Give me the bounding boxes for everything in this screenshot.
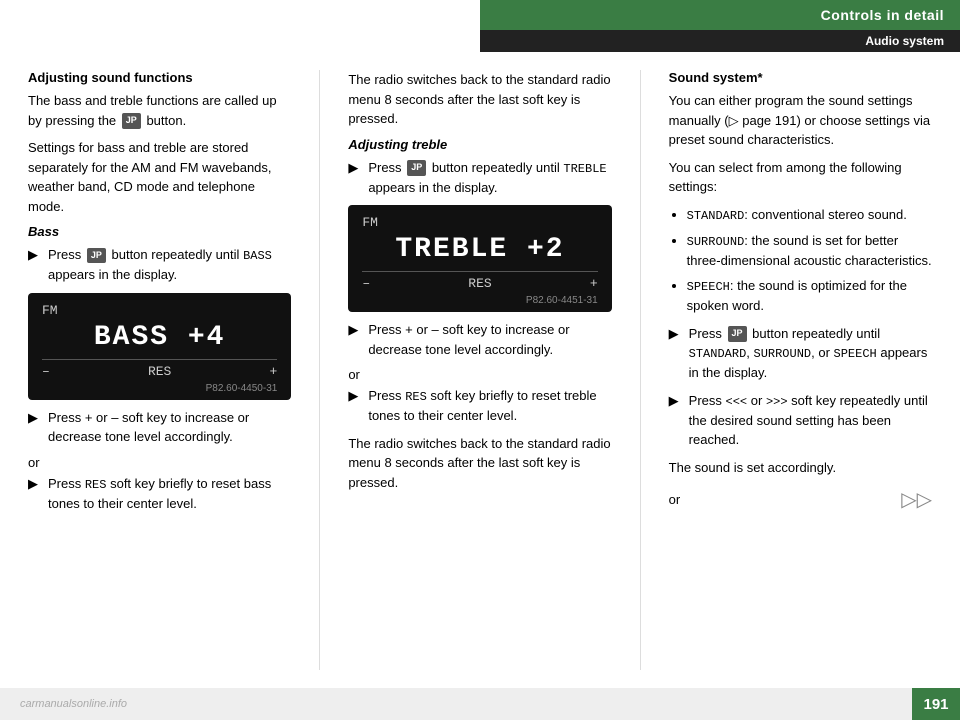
arrow-icon-2: ▶ xyxy=(28,408,44,447)
arrow-icon-3: ▶ xyxy=(28,474,44,514)
jp-icon-1: JP xyxy=(122,113,141,129)
jp-icon-4: JP xyxy=(728,326,747,342)
header-sub-title: Audio system xyxy=(865,34,944,48)
bass-soft-minus: – xyxy=(42,364,50,379)
bass-soft-keys: – RES + xyxy=(42,359,277,379)
sound-list-item-standard: STANDARD: conventional stereo sound. xyxy=(687,205,932,225)
bass-soft-plus: + xyxy=(270,364,278,379)
jp-icon-3: JP xyxy=(407,160,426,176)
or-separator-2: or xyxy=(348,367,611,382)
treble-heading: Adjusting treble xyxy=(348,137,611,152)
bass-heading: Bass xyxy=(28,224,291,239)
bass-bullet-2: ▶ Press + or – soft key to increase or d… xyxy=(28,408,291,447)
bass-fm-label: FM xyxy=(42,303,277,318)
sound-list-item-speech: SPEECH: the sound is optimized for the s… xyxy=(687,276,932,316)
sound-bullet-4: ▶ Press JP button repeatedly until STAND… xyxy=(669,324,932,383)
treble-soft-plus: + xyxy=(590,276,598,291)
col-treble: The radio switches back to the standard … xyxy=(340,60,619,680)
treble-soft-minus: – xyxy=(362,276,370,291)
footer-bar: carmanualsonline.info xyxy=(0,688,960,720)
arrow-icon-7: ▶ xyxy=(669,324,685,383)
sound-list-item-surround: SURROUND: the sound is set for better th… xyxy=(687,231,932,271)
bass-soft-res: RES xyxy=(148,364,171,379)
treble-bullet-2: ▶ Press + or – soft key to increase or d… xyxy=(348,320,611,359)
col-bass: Adjusting sound functions The bass and t… xyxy=(20,60,299,680)
arrow-icon-5: ▶ xyxy=(348,320,364,359)
content-area: Adjusting sound functions The bass and t… xyxy=(0,60,960,680)
treble-bullet-3: ▶ Press RES soft key briefly to reset tr… xyxy=(348,386,611,426)
arrow-icon-4: ▶ xyxy=(348,158,364,198)
treble-soft-keys: – RES + xyxy=(362,271,597,291)
or-separator-1: or xyxy=(28,455,291,470)
treble-display: FM TREBLE +2 – RES + P82.60-4451-31 xyxy=(348,205,611,312)
sound-or-fwd: or ▷▷ xyxy=(669,487,932,512)
sound-para-1: You can either program the sound setting… xyxy=(669,91,932,150)
treble-fm-label: FM xyxy=(362,215,597,230)
forward-arrow-icon: ▷▷ xyxy=(901,487,932,512)
adjusting-sound-title: Adjusting sound functions xyxy=(28,70,291,85)
header-main-title: Controls in detail xyxy=(821,7,944,23)
bass-display: FM BASS +4 – RES + P82.60-4450-31 xyxy=(28,293,291,400)
treble-soft-res: RES xyxy=(468,276,491,291)
sound-system-title: Sound system* xyxy=(669,70,932,85)
treble-bullet-1: ▶ Press JP button repeatedly until TREBL… xyxy=(348,158,611,198)
arrow-icon-8: ▶ xyxy=(669,391,685,450)
header-green-bar: Controls in detail xyxy=(480,0,960,30)
sound-para-3: The sound is set accordingly. xyxy=(669,458,932,478)
treble-caption: P82.60-4451-31 xyxy=(362,295,597,306)
sound-para-2: You can select from among the following … xyxy=(669,158,932,197)
divider-1 xyxy=(319,70,320,670)
arrow-icon-6: ▶ xyxy=(348,386,364,426)
page-number: 191 xyxy=(912,688,960,720)
para-treble-intro: The radio switches back to the standard … xyxy=(348,70,611,129)
bass-main-text: BASS +4 xyxy=(42,322,277,353)
header: Controls in detail Audio system xyxy=(0,0,960,52)
divider-2 xyxy=(640,70,641,670)
arrow-icon-1: ▶ xyxy=(28,245,44,285)
or-final: or xyxy=(669,492,681,507)
sound-bullet-list: STANDARD: conventional stereo sound. SUR… xyxy=(687,205,932,316)
para-bass-settings: Settings for bass and treble are stored … xyxy=(28,138,291,216)
bass-bullet-1: ▶ Press JP button repeatedly until BASS … xyxy=(28,245,291,285)
bass-bullet-3: ▶ Press RES soft key briefly to reset ba… xyxy=(28,474,291,514)
header-sub-bar: Audio system xyxy=(480,30,960,52)
footer-text: carmanualsonline.info xyxy=(20,698,127,710)
bass-caption: P82.60-4450-31 xyxy=(42,383,277,394)
jp-icon-2: JP xyxy=(87,248,106,264)
sound-bullet-5: ▶ Press <<< or >>> soft key repeatedly u… xyxy=(669,391,932,450)
treble-ending-para: The radio switches back to the standard … xyxy=(348,434,611,493)
para-bass-intro: The bass and treble functions are called… xyxy=(28,91,291,130)
col-sound-system: Sound system* You can either program the… xyxy=(661,60,940,680)
treble-main-text: TREBLE +2 xyxy=(362,234,597,265)
